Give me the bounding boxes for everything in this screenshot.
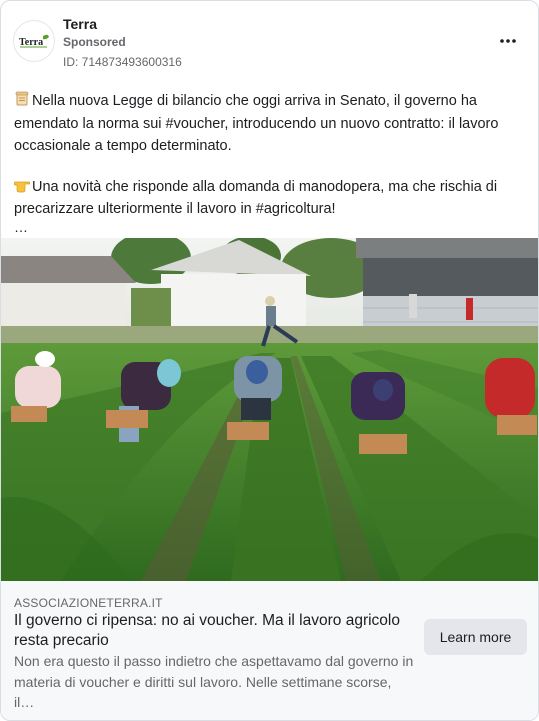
learn-more-button[interactable]: Learn more [424, 619, 527, 655]
ad-post-card: Terra Terra Sponsored ID: 71487349360031… [0, 0, 539, 721]
ad-image[interactable] [1, 238, 538, 581]
post-body: Nella nuova Legge di bilancio che oggi a… [14, 90, 529, 234]
pointing-hand-icon [14, 181, 30, 192]
link-headline[interactable]: Il governo ci ripensa: no ai voucher. Ma… [14, 611, 414, 651]
link-preview[interactable]: ASSOCIAZIONETERRA.IT Il governo ci ripen… [1, 581, 538, 720]
terra-logo-icon: Terra [19, 34, 49, 48]
scroll-icon [15, 91, 29, 106]
body-paragraph-2: Una novità che risponde alla domanda di … [14, 176, 529, 221]
page-avatar[interactable]: Terra [13, 20, 55, 62]
farm-workers-photo [1, 238, 538, 581]
more-horizontal-icon [500, 39, 516, 43]
logo-text: Terra [19, 37, 43, 48]
page-name[interactable]: Terra [63, 16, 97, 32]
sponsored-label: Sponsored [63, 35, 126, 49]
body-paragraph-1: Nella nuova Legge di bilancio che oggi a… [14, 90, 529, 158]
link-domain: ASSOCIAZIONETERRA.IT [14, 596, 163, 610]
body-paragraph-2-text: Una novità che risponde alla domanda di … [14, 178, 498, 218]
post-header: Terra Terra Sponsored ID: 71487349360031… [1, 1, 538, 81]
ad-id: ID: 714873493600316 [63, 55, 182, 69]
more-options-button[interactable] [496, 31, 520, 51]
body-paragraph-1-text: Nella nuova Legge di bilancio che oggi a… [14, 93, 499, 154]
link-description: Non era questo il passo indietro che asp… [14, 653, 414, 710]
see-more-ellipsis[interactable]: … [14, 220, 529, 234]
